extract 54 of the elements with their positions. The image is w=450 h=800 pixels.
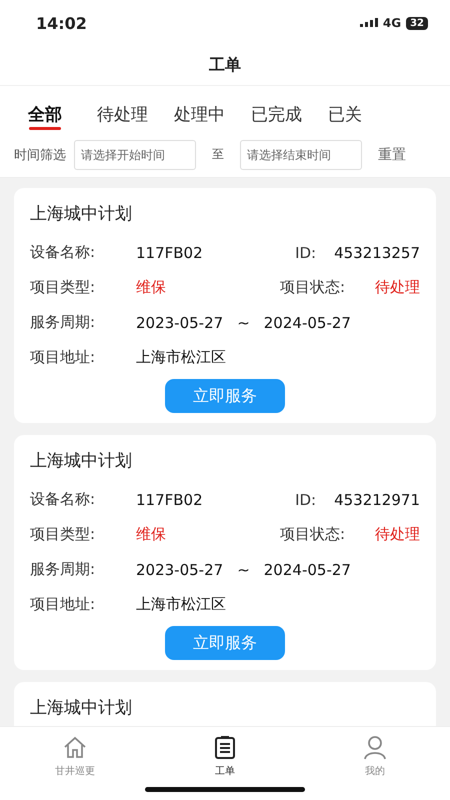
field-label: 项目类型: [30, 525, 96, 544]
order-title: 上海城中计划 [30, 697, 133, 719]
order-id: 453212971 [334, 490, 420, 508]
order-title: 上海城中计划 [30, 450, 133, 472]
field-label: 项目地址: [30, 348, 96, 367]
field-label: 项目状态: [280, 525, 345, 544]
project-type: 维保 [136, 278, 166, 297]
page-title: 工单 [0, 46, 450, 86]
period-start: 2023-05-27 [136, 560, 224, 578]
field-label: ID: [295, 490, 316, 508]
battery-icon: 32 [406, 16, 428, 30]
nav-label: 甘井巡更 [55, 764, 95, 778]
clock: 14:02 [36, 14, 87, 32]
field-label: 项目地址: [30, 595, 96, 614]
tab[interactable]: 待处理 [97, 86, 148, 132]
nav-item[interactable]: 我的 [300, 727, 450, 800]
field-label: 服务周期: [30, 313, 96, 332]
tab[interactable]: 已完成 [251, 86, 302, 132]
order-title: 上海城中计划 [30, 203, 133, 225]
project-address: 上海市松江区 [136, 595, 226, 614]
project-type: 维保 [136, 525, 166, 544]
project-status: 待处理 [375, 278, 420, 297]
tab[interactable]: 已关 [328, 86, 362, 132]
start-date-field[interactable]: 请选择开始时间 [74, 140, 196, 170]
period-separator: ~ [237, 560, 250, 578]
period-end: 2024-05-27 [264, 314, 351, 332]
project-address: 上海市松江区 [136, 348, 226, 367]
user-icon [361, 733, 389, 761]
project-status: 待处理 [375, 525, 420, 544]
field-label: 项目类型: [30, 278, 96, 297]
field-label: 项目状态: [280, 278, 345, 297]
field-label: 设备名称: [30, 490, 96, 509]
device-name: 117FB02 [136, 244, 203, 262]
filter-label: 时间筛选 [14, 146, 66, 164]
reset-button[interactable]: 重置 [378, 146, 406, 164]
signal-icon [360, 18, 378, 28]
tab[interactable]: 处理中 [174, 86, 225, 132]
end-date-field[interactable]: 请选择结束时间 [240, 140, 362, 170]
field-label: 设备名称: [30, 243, 96, 262]
nav-label: 工单 [215, 764, 235, 778]
period-separator: ~ [237, 314, 250, 332]
network-label: 4G [382, 16, 402, 30]
range-separator: 至 [212, 146, 224, 163]
tab[interactable]: 全部 [28, 86, 62, 132]
nav-item[interactable]: 工单 [150, 727, 300, 800]
tab-underline [29, 127, 61, 130]
period-start: 2023-05-27 [136, 314, 224, 332]
field-label: 服务周期: [30, 560, 96, 579]
field-label: ID: [295, 244, 316, 262]
nav-label: 我的 [365, 764, 385, 778]
device-name: 117FB02 [136, 490, 203, 508]
period-end: 2024-05-27 [264, 560, 351, 578]
order-id: 453213257 [334, 244, 420, 262]
nav-item[interactable]: 甘井巡更 [0, 727, 150, 800]
